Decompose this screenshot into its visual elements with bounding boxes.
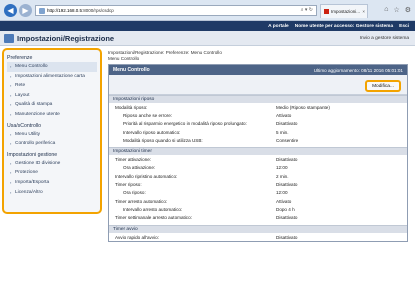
main-content: Impostazioni/Registrazione: Preferenze: … (108, 48, 408, 281)
back-icon[interactable]: ◀ (4, 4, 17, 17)
sidebar-heading-preferences: Preferenze (7, 55, 33, 61)
close-tab-icon[interactable]: × (362, 9, 365, 14)
setting-value: Medio (Riposo stampante) (276, 104, 330, 110)
last-update: Ultimo aggiornamento: 08/11 2016 05:01:0… (313, 67, 403, 73)
setting-value: 2 min. (276, 173, 289, 179)
setting-label: Intervallo riposo automatico: (123, 129, 181, 135)
setting-row: Priorità al risparmio energetico in moda… (109, 120, 407, 128)
mail-admin-link[interactable]: Invio a gestore sistema (360, 36, 409, 41)
setting-row: Timer settimanale arresto automatico: Dis… (109, 214, 407, 222)
sidebar-item-import-export[interactable]: Importa/Esporta (7, 178, 97, 188)
favorites-icon[interactable]: ☆ (393, 6, 399, 14)
setting-label: Priorità al risparmio energetico in moda… (123, 121, 247, 127)
setting-row: Timer attivazione: Disattivato (109, 155, 407, 163)
browser-tab[interactable]: Impostazioni... × (320, 4, 368, 18)
setting-label: Timer settimanale arresto automatico: (115, 215, 192, 221)
address-bar[interactable]: http://192.168.0.5 :8000/rps/csdcp ⌕ ▾ ↻ (35, 5, 317, 16)
setting-row: Timer arresto automatico: Attivato (109, 197, 407, 205)
setting-value: 12:00 (276, 190, 288, 196)
setting-value: Attivato (276, 198, 292, 204)
setting-value: Dopo 4 h (276, 206, 295, 212)
section-startup-timer: Timer avvio (109, 224, 407, 233)
setting-value: Consentire (276, 137, 299, 143)
setting-value: Disattivato (276, 234, 298, 240)
sidebar-item-user-maintenance[interactable]: Manutenzione utente (7, 110, 97, 120)
setting-label: Modalità riposo: (115, 104, 148, 110)
panel-title: Menu Controllo (113, 67, 150, 73)
setting-label: Timer attivazione: (115, 157, 152, 163)
setting-label: Intervallo arresto automatico: (123, 206, 183, 212)
setting-value: 12:00 (276, 165, 288, 171)
setting-row: Avvio rapido all'avvio: Disattivato (109, 233, 407, 241)
sidebar-item-print-quality[interactable]: Qualità di stampa (7, 100, 97, 110)
setting-label: Timer arresto automatico: (115, 198, 168, 204)
tab-title: Impostazioni... (331, 9, 361, 14)
sidebar-item-utility-menu[interactable]: Menu Utility (7, 130, 97, 140)
settings-icon (4, 34, 14, 43)
browser-icons: ⌂ ☆ ⚙ (384, 6, 411, 14)
sidebar-item-security[interactable]: Protezione (7, 168, 97, 178)
logout-link[interactable]: Esci (399, 24, 409, 29)
home-icon[interactable]: ⌂ (384, 6, 388, 14)
sidebar-item-control-menu[interactable]: Menu Controllo (7, 62, 97, 72)
sidebar-heading-use-control: Usa/sControllo (7, 122, 42, 129)
section-sleep-settings: Impostazioni riposo (109, 95, 407, 103)
browser-toolbar: ◀ ▶ http://192.168.0.5 :8000/rps/csdcp ⌕… (0, 0, 415, 21)
breadcrumb: Impostazioni/Registrazione: Preferenze: … (108, 50, 222, 55)
setting-label: Ora riposo: (123, 190, 146, 196)
sidebar-item-department-id[interactable]: Gestione ID divisione (7, 159, 97, 169)
address-controls[interactable]: ⌕ ▾ ↻ (301, 7, 313, 13)
setting-row: Ora riposo: 12:00 (109, 189, 407, 197)
setting-label: Riposo anche se errore: (123, 112, 173, 118)
login-user-label: Nome utente per accesso: Gestore sistema (294, 23, 394, 29)
setting-label: Ora attivazione: (123, 165, 156, 171)
setting-row: Riposo anche se errore: Attivato (109, 111, 407, 119)
setting-value: Disattivato (276, 182, 298, 188)
setting-row: Modalità riposo: Medio (Riposo stampante) (109, 103, 407, 111)
setting-value: Disattivato (276, 121, 298, 127)
setting-label: Intervallo ripristino automatico: (115, 173, 178, 179)
sidebar-heading-management: Impostazioni gestione (7, 151, 58, 158)
sidebar: Preferenze Menu Controllo Impostazioni a… (2, 48, 102, 214)
setting-value: Disattivato (276, 215, 298, 221)
url-host: http://192.168.0.5 (47, 8, 83, 13)
setting-row: Intervallo ripristino automatico: 2 min. (109, 172, 407, 180)
setting-row: Timer riposo: Disattivato (109, 180, 407, 188)
control-menu-panel: Menu Controllo Ultimo aggiornamento: 08/… (108, 64, 408, 243)
setting-value: Disattivato (276, 157, 298, 163)
sidebar-item-device-control[interactable]: Controllo periferica (7, 139, 97, 149)
setting-row: Intervallo arresto automatico: Dopo 4 h (109, 205, 407, 213)
sidebar-item-license[interactable]: Licenza/Altro (7, 188, 97, 198)
sidebar-item-network[interactable]: Rete (7, 81, 97, 91)
page-header: Impostazioni/Registrazione Invio a gesto… (0, 31, 415, 46)
url-path: :8000/rps/csdcp (82, 8, 114, 13)
portal-link[interactable]: A portale (268, 24, 289, 29)
setting-value: 5 min. (276, 129, 289, 135)
page-title: Impostazioni/Registrazione (17, 34, 115, 43)
bottom-fade (108, 259, 408, 281)
gear-icon[interactable]: ⚙ (405, 6, 411, 14)
setting-row: Ora attivazione: 12:00 (109, 164, 407, 172)
setting-row: Modalità riposo quando si utilizza USB: C… (109, 136, 407, 144)
setting-row: Intervallo riposo automatico: 5 min. (109, 128, 407, 136)
panel-toolbar: Modifica... (109, 75, 407, 95)
setting-label: Timer riposo: (115, 182, 142, 188)
setting-label: Modalità riposo quando si utilizza USB: (123, 137, 203, 143)
tab-favicon (324, 9, 329, 14)
forward-icon[interactable]: ▶ (19, 4, 32, 17)
sidebar-item-layout[interactable]: Layout (7, 91, 97, 101)
setting-value: Attivato (276, 112, 292, 118)
section-timer-settings: Impostazioni timer (109, 147, 407, 156)
panel-header: Menu Controllo Ultimo aggiornamento: 08/… (109, 65, 407, 75)
modify-button[interactable]: Modifica... (365, 80, 401, 92)
page-icon (39, 7, 45, 14)
sidebar-item-paper-feed[interactable]: Impostazioni alimentazione carta (7, 72, 97, 82)
top-link-bar: A portale Nome utente per accesso: Gesto… (0, 21, 415, 31)
content-title: Menu Controllo (108, 56, 140, 61)
setting-label: Avvio rapido all'avvio: (115, 234, 159, 240)
